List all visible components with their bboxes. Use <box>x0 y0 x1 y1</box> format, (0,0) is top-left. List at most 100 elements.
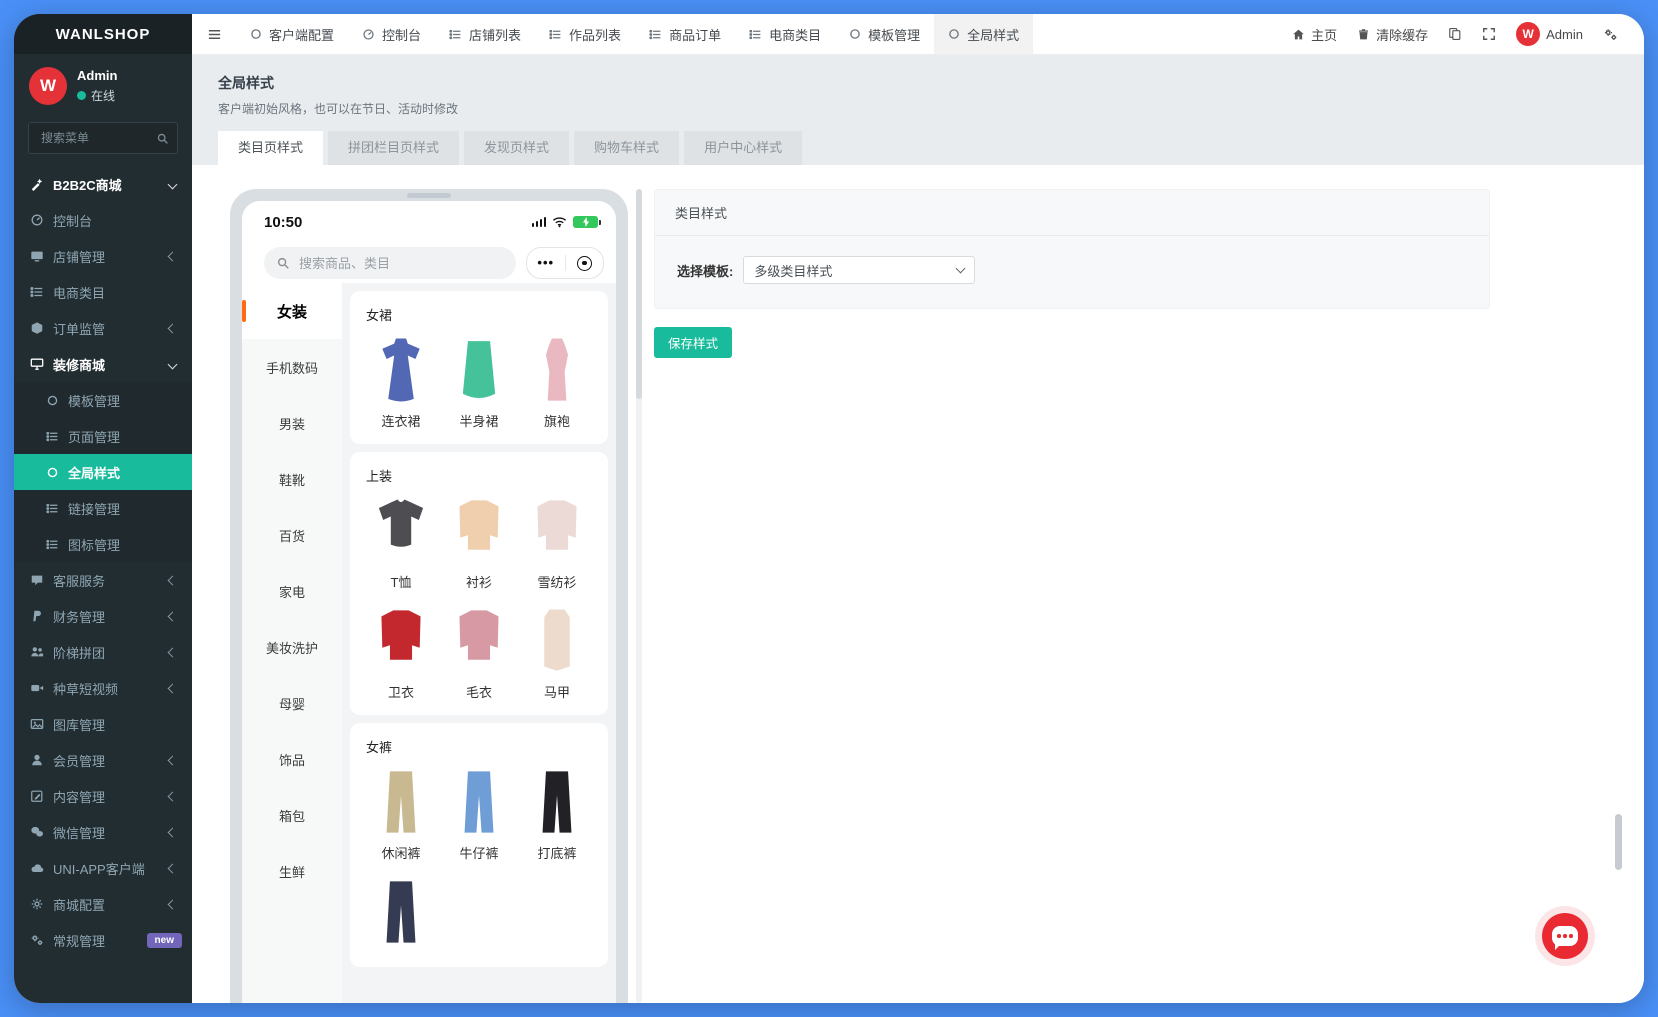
sidebar-item-mall-config[interactable]: 商城配置 <box>14 886 192 922</box>
category-phones-digital[interactable]: 手机数码 <box>242 339 342 395</box>
chevron-down-icon <box>956 264 966 274</box>
settings-button[interactable] <box>1603 27 1618 42</box>
tab-cart-style[interactable]: 购物车样式 <box>574 131 679 165</box>
tab-group-page-style[interactable]: 拼团栏目页样式 <box>328 131 459 165</box>
category-general[interactable]: 百货 <box>242 507 342 563</box>
category-shoes[interactable]: 鞋靴 <box>242 451 342 507</box>
topbar-tab-template-management[interactable]: 模板管理 <box>835 14 934 54</box>
sidebar-item-uniapp-client[interactable]: UNI-APP客户端 <box>14 850 192 886</box>
sidebar-item-member-management[interactable]: 会员管理 <box>14 742 192 778</box>
user-icon <box>30 753 44 767</box>
copy-icon <box>1448 27 1462 41</box>
sidebar-item-content-management[interactable]: 内容管理 <box>14 778 192 814</box>
category-men-clothing[interactable]: 男装 <box>242 395 342 451</box>
sidebar-item-order-supervision[interactable]: 订单监管 <box>14 310 192 346</box>
sidebar-item-finance-management[interactable]: 财务管理 <box>14 598 192 634</box>
section-pants: 女裤 休闲裤 牛仔裤 <box>350 723 608 967</box>
phone-preview: 10:50 <box>230 189 628 1003</box>
product-sweater[interactable]: 毛衣 <box>440 607 518 701</box>
phone-time: 10:50 <box>264 214 302 231</box>
category-appliances[interactable]: 家电 <box>242 563 342 619</box>
topbar-tab-global-style[interactable]: 全局样式 <box>934 14 1033 54</box>
close-capsule-button[interactable] <box>566 256 604 271</box>
tab-panel: 10:50 <box>192 165 1644 1003</box>
sidebar-item-short-video[interactable]: 种草短视频 <box>14 670 192 706</box>
product-qipao[interactable]: 旗袍 <box>518 336 596 430</box>
product-hoodie[interactable]: 卫衣 <box>362 607 440 701</box>
sidebar-item-page-management[interactable]: 页面管理 <box>14 418 192 454</box>
miniprogram-capsule: ••• <box>526 247 604 279</box>
main-area: 客户端配置 控制台 店铺列表 作品列表 商品订单 电商类目 <box>192 14 1644 1003</box>
app-window: WANLSHOP W Admin 在线 B2B2C商城 控制台 <box>14 14 1644 1003</box>
avatar[interactable]: W <box>29 67 67 105</box>
topbar-tab-client-config[interactable]: 客户端配置 <box>236 14 348 54</box>
sidebar-item-customer-service[interactable]: 客服服务 <box>14 562 192 598</box>
topbar-tab-works-list[interactable]: 作品列表 <box>535 14 635 54</box>
pants-image <box>452 768 506 836</box>
save-style-button[interactable]: 保存样式 <box>654 327 732 358</box>
sidebar-item-general-management[interactable]: 常规管理 new <box>14 922 192 958</box>
tab-category-page-style[interactable]: 类目页样式 <box>218 131 323 165</box>
scrollbar-thumb[interactable] <box>636 189 642 399</box>
docs-button[interactable] <box>1448 27 1462 41</box>
template-select[interactable]: 多级类目样式 <box>743 256 975 284</box>
category-beauty[interactable]: 美妆洗护 <box>242 619 342 675</box>
sidebar-item-ladder-group[interactable]: 阶梯拼团 <box>14 634 192 670</box>
search-icon[interactable] <box>156 132 169 145</box>
hamburger-menu-icon[interactable] <box>192 14 236 54</box>
sidebar-item-template-management[interactable]: 模板管理 <box>14 382 192 418</box>
category-fresh[interactable]: 生鲜 <box>242 843 342 899</box>
topbar-tab-console[interactable]: 控制台 <box>348 14 435 54</box>
category-mother-baby[interactable]: 母婴 <box>242 675 342 731</box>
blouse-image <box>530 497 584 565</box>
sidebar-item-wechat-management[interactable]: 微信管理 <box>14 814 192 850</box>
more-button[interactable]: ••• <box>527 248 565 278</box>
clear-cache-button[interactable]: 清除缓存 <box>1357 25 1428 44</box>
product-shirt[interactable]: 衬衫 <box>440 497 518 591</box>
tab-discover-page-style[interactable]: 发现页样式 <box>464 131 569 165</box>
product-jeans[interactable]: 牛仔裤 <box>440 768 518 862</box>
sidebar-search-input[interactable] <box>39 130 156 146</box>
circle-icon <box>948 28 960 40</box>
product-skirt[interactable]: 半身裙 <box>440 336 518 430</box>
page-scrollbar-thumb[interactable] <box>1615 814 1622 870</box>
sidebar-item-icon-management[interactable]: 图标管理 <box>14 526 192 562</box>
topbar-tab-shop-list[interactable]: 店铺列表 <box>435 14 535 54</box>
category-bags[interactable]: 箱包 <box>242 787 342 843</box>
sidebar-item-gallery-management[interactable]: 图库管理 <box>14 706 192 742</box>
product-dress[interactable]: 连衣裙 <box>362 336 440 430</box>
home-button[interactable]: 主页 <box>1292 25 1337 44</box>
sidebar-item-link-management[interactable]: 链接管理 <box>14 490 192 526</box>
product-partial[interactable] <box>362 878 440 953</box>
preview-scrollbar[interactable] <box>636 189 642 1003</box>
customer-chat-button[interactable] <box>1542 913 1588 959</box>
list-icon <box>449 28 462 41</box>
tab-user-center-style[interactable]: 用户中心样式 <box>684 131 802 165</box>
sidebar-item-ecommerce-categories[interactable]: 电商类目 <box>14 274 192 310</box>
product-casual-pants[interactable]: 休闲裤 <box>362 768 440 862</box>
fullscreen-button[interactable] <box>1482 27 1496 41</box>
product-vest[interactable]: 马甲 <box>518 607 596 701</box>
sidebar-item-decorate-mall[interactable]: 装修商城 <box>14 346 192 382</box>
product-chiffon[interactable]: 雪纺衫 <box>518 497 596 591</box>
category-women-clothing[interactable]: 女装 <box>242 283 342 339</box>
category-accessories[interactable]: 饰品 <box>242 731 342 787</box>
sidebar-item-b2b2c-mall[interactable]: B2B2C商城 <box>14 166 192 202</box>
product-leggings[interactable]: 打底裤 <box>518 768 596 862</box>
phone-search[interactable] <box>264 247 516 279</box>
video-camera-icon <box>30 681 44 695</box>
topbar-user[interactable]: W Admin <box>1516 22 1583 46</box>
shirt-image <box>452 497 506 565</box>
phone-search-input[interactable] <box>297 255 504 272</box>
topbar-tab-ecommerce-categories[interactable]: 电商类目 <box>735 14 835 54</box>
product-tshirt[interactable]: T恤 <box>362 497 440 591</box>
battery-icon <box>573 216 598 228</box>
sidebar-menu: B2B2C商城 控制台 店铺管理 电商类目 订单监管 装修商城 <box>14 166 192 958</box>
sidebar-item-console[interactable]: 控制台 <box>14 202 192 238</box>
sidebar-search[interactable] <box>28 122 178 154</box>
sweater-image <box>452 607 506 675</box>
topbar-tab-product-orders[interactable]: 商品订单 <box>635 14 735 54</box>
search-icon <box>276 256 290 270</box>
sidebar-item-global-style[interactable]: 全局样式 <box>14 454 192 490</box>
sidebar-item-shop-management[interactable]: 店铺管理 <box>14 238 192 274</box>
